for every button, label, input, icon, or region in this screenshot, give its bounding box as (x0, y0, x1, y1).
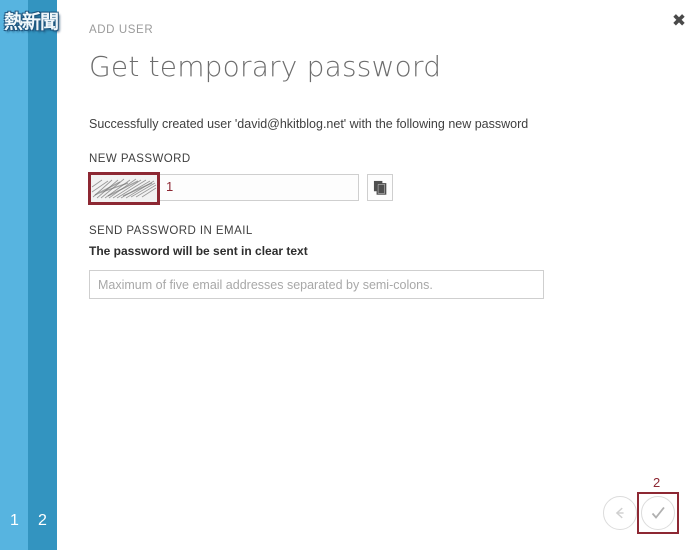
back-button[interactable] (603, 496, 637, 530)
annotation-number-1: 1 (166, 179, 174, 194)
close-icon[interactable]: ✖ (666, 8, 692, 34)
annotation-number-2: 2 (653, 475, 661, 490)
new-password-field[interactable] (88, 172, 359, 205)
sidebar-step-2[interactable]: 2 (38, 512, 47, 530)
copy-password-button[interactable] (367, 174, 393, 201)
copy-icon (373, 180, 386, 195)
confirm-button[interactable] (641, 496, 675, 530)
dialog-content: ADD USER Get temporary password Successf… (88, 0, 649, 550)
scribble-icon (91, 178, 157, 199)
new-password-row: 1 (88, 172, 393, 205)
site-watermark-logo-text: 熱新聞 (4, 11, 59, 33)
page-title: Get temporary password (89, 50, 442, 83)
check-icon (651, 506, 665, 519)
clear-text-warning: The password will be sent in clear text (89, 244, 308, 258)
password-redaction-overlay (90, 175, 158, 202)
site-watermark-logo: 熱新聞 (4, 8, 78, 36)
sidebar-rail-light (0, 0, 28, 550)
dialog-actions: 2 (599, 475, 689, 535)
new-password-label: NEW PASSWORD (89, 153, 191, 165)
sidebar-step-1[interactable]: 1 (10, 512, 19, 530)
arrow-left-icon (615, 507, 624, 519)
email-recipients-input[interactable] (89, 270, 544, 299)
step-sidebar: 1 2 (0, 0, 57, 550)
breadcrumb: ADD USER (89, 24, 154, 36)
sidebar-rail-dark (28, 0, 57, 550)
success-message: Successfully created user 'david@hkitblo… (89, 117, 529, 131)
send-email-label: SEND PASSWORD IN EMAIL (89, 225, 253, 237)
